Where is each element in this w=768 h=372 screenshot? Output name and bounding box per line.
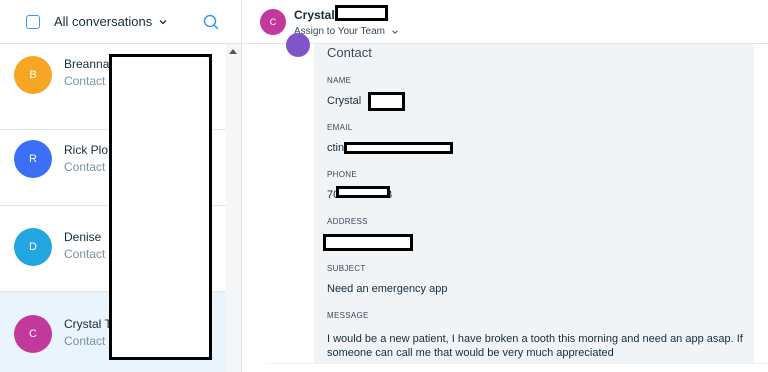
conversation-name: Denise — [64, 230, 102, 244]
redaction-box — [336, 186, 390, 198]
scroll-up-arrow-icon[interactable] — [229, 49, 237, 54]
assign-dropdown[interactable]: Assign to Your Team — [294, 26, 399, 37]
card-title: Contact — [327, 45, 372, 60]
avatar: C — [14, 315, 52, 353]
sender-avatar — [286, 33, 310, 57]
redaction-box — [344, 142, 453, 154]
conversation-name: Rick Plo — [64, 143, 109, 157]
conversation-type: Contact — [64, 74, 106, 88]
message-value: I would be a new patient, I have broken … — [327, 333, 743, 359]
message-thread: Contact NAME Crystal EMAIL ctin PHONE 70… — [242, 33, 768, 372]
select-all-checkbox[interactable] — [26, 15, 40, 29]
email-value: ctin — [327, 142, 345, 154]
redaction-box — [335, 5, 388, 21]
email-label: EMAIL — [327, 123, 353, 132]
address-label: ADDRESS — [327, 217, 368, 226]
conversation-name: Crystal T — [64, 317, 112, 331]
filter-label: All conversations — [54, 14, 153, 29]
contact-name: Crystal — [294, 8, 335, 22]
search-icon[interactable] — [202, 13, 220, 31]
chevron-down-icon — [159, 19, 167, 24]
assign-label: Assign to Your Team — [294, 26, 385, 37]
redaction-box — [323, 234, 413, 251]
list-scrollbar[interactable] — [226, 44, 241, 372]
list-header: All conversations — [0, 0, 242, 44]
name-value: Crystal — [327, 95, 362, 107]
conversation-type: Contact — [64, 247, 106, 261]
avatar: D — [14, 228, 52, 266]
contact-form-card: Contact NAME Crystal EMAIL ctin PHONE 70… — [314, 44, 754, 364]
chevron-down-icon — [392, 29, 398, 34]
conversation-type: Contact — [64, 334, 106, 348]
contact-avatar: C — [260, 9, 286, 35]
conversation-name: Breanna — [64, 57, 110, 71]
name-label: NAME — [327, 76, 352, 85]
redaction-box — [368, 92, 405, 111]
subject-label: SUBJECT — [327, 264, 366, 273]
subject-value: Need an emergency app — [327, 283, 448, 295]
phone-label: PHONE — [327, 170, 357, 179]
conversation-header: C Crystal Assign to Your Team — [242, 0, 768, 44]
message-label: MESSAGE — [327, 311, 369, 320]
avatar: B — [14, 56, 52, 94]
composer-bar[interactable] — [262, 363, 768, 372]
redaction-box — [109, 54, 212, 360]
conversation-filter-dropdown[interactable]: All conversations — [54, 14, 168, 29]
avatar: R — [14, 140, 52, 178]
conversation-type: Contact — [64, 160, 106, 174]
